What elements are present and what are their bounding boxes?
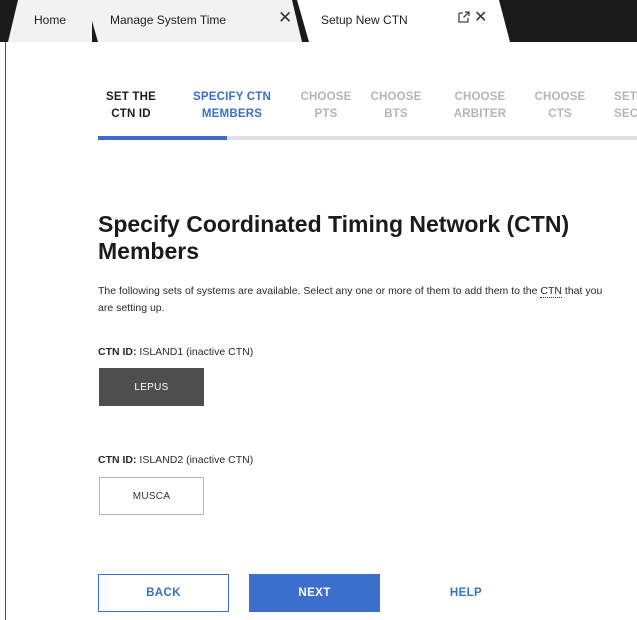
step-specify-ctn-members[interactable]: SPECIFY CTN MEMBERS xyxy=(184,89,280,123)
page-title: Specify Coordinated Timing Network (CTN)… xyxy=(98,211,570,264)
step-label-line1: CHOOSE xyxy=(454,91,506,103)
tab-manage-system-time[interactable]: Manage System Time ✕ xyxy=(86,0,302,42)
step-progress-fill xyxy=(98,136,228,140)
step-label-line2: BTS xyxy=(384,108,408,120)
page-description: The following sets of systems are availa… xyxy=(98,283,618,317)
system-lepus-button[interactable]: LEPUS xyxy=(99,368,204,406)
step-set-sec[interactable]: SET SEC xyxy=(614,89,637,123)
ctn-abbreviation[interactable]: CTN xyxy=(540,285,562,298)
step-label-line2: CTS xyxy=(548,108,572,120)
ctn-id-key: CTN ID: xyxy=(98,454,137,466)
step-label-line1: SPECIFY CTN xyxy=(192,91,272,103)
step-label-line2: PTS xyxy=(314,108,338,120)
tab-setup-new-ctn-label: Setup New CTN xyxy=(321,13,408,27)
ctn-id-value: ISLAND2 (inactive CTN) xyxy=(139,454,254,466)
step-label-line2: ARBITER xyxy=(453,108,507,120)
next-button[interactable]: NEXT xyxy=(249,574,380,612)
step-label-line2: SEC xyxy=(614,108,637,120)
ctn-id-value: ISLAND1 (inactive CTN) xyxy=(139,346,254,358)
close-icon[interactable]: ✕ xyxy=(278,9,292,26)
step-label-line1: CHOOSE xyxy=(370,91,422,103)
step-label-line1: CHOOSE xyxy=(534,91,586,103)
wizard-steps: SET THE CTN ID SPECIFY CTN MEMBERS CHOOS… xyxy=(98,89,637,139)
step-set-ctn-id[interactable]: SET THE CTN ID xyxy=(98,89,164,123)
step-label-line1: SET THE xyxy=(106,91,156,103)
system-musca-button[interactable]: MUSCA xyxy=(99,477,204,515)
ctn-id-label: CTN ID: ISLAND2 (inactive CTN) xyxy=(98,454,253,466)
step-label-line2: CTN ID xyxy=(111,108,151,120)
tab-home[interactable]: Home xyxy=(8,0,92,42)
step-choose-bts[interactable]: CHOOSE BTS xyxy=(366,89,426,123)
tab-home-label: Home xyxy=(34,13,67,27)
back-button[interactable]: BACK xyxy=(98,574,229,612)
ctn-id-label: CTN ID: ISLAND1 (inactive CTN) xyxy=(98,346,253,358)
step-choose-pts[interactable]: CHOOSE PTS xyxy=(296,89,356,123)
step-choose-cts[interactable]: CHOOSE CTS xyxy=(530,89,590,123)
close-icon[interactable]: ✕ xyxy=(474,10,487,26)
tab-setup-new-ctn[interactable]: Setup New CTN ✕ xyxy=(297,0,510,42)
ctn-id-key: CTN ID: xyxy=(98,346,137,358)
popout-icon[interactable] xyxy=(457,9,471,25)
step-label-line1: SET xyxy=(614,91,637,103)
left-rule xyxy=(5,42,6,620)
description-text: The following sets of systems are availa… xyxy=(98,285,538,297)
step-progress-track xyxy=(98,136,637,140)
tab-manage-system-time-label: Manage System Time xyxy=(110,13,227,27)
step-label-line2: MEMBERS xyxy=(201,108,263,120)
help-button[interactable]: HELP xyxy=(428,574,504,612)
step-choose-arbiter[interactable]: CHOOSE ARBITER xyxy=(446,89,514,123)
step-label-line1: CHOOSE xyxy=(300,91,352,103)
tab-bar: Home Manage System Time ✕ Setup New CTN … xyxy=(0,0,637,42)
